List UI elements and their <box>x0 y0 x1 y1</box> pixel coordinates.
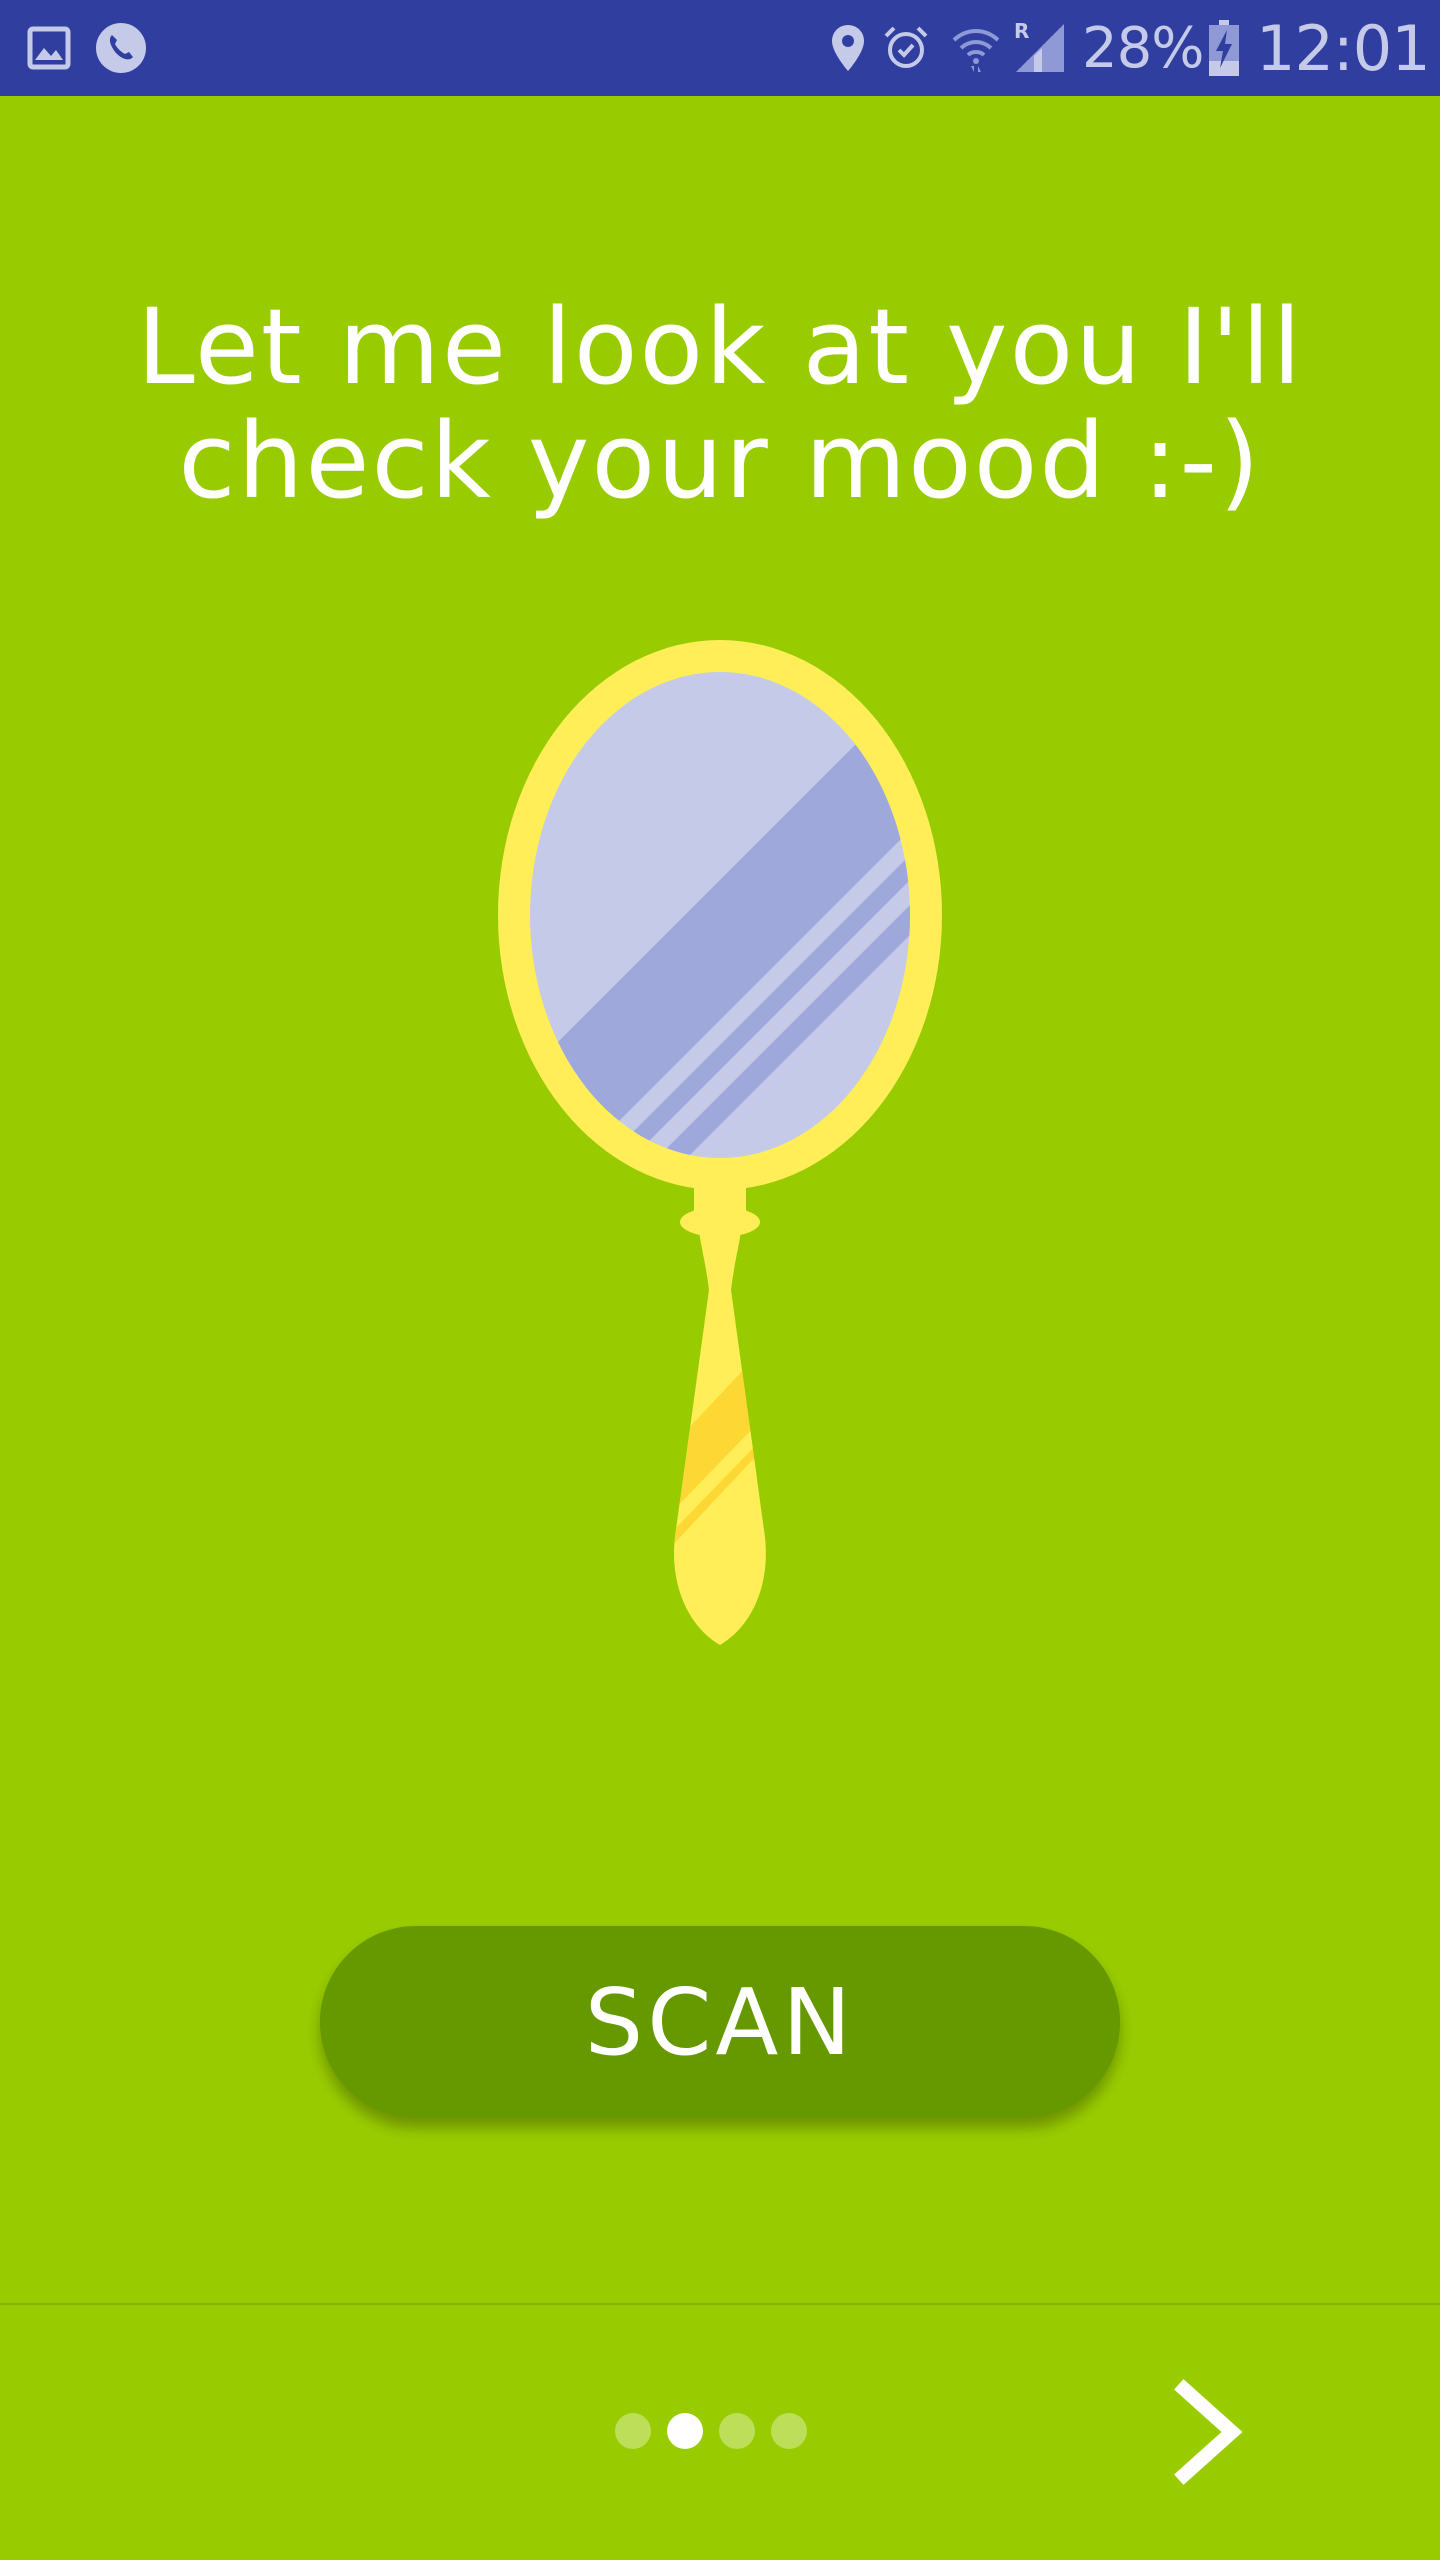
phone-call-icon <box>94 0 148 96</box>
page-indicator-dot-4[interactable] <box>771 2413 807 2449</box>
scan-button[interactable]: SCAN <box>320 1926 1120 2118</box>
wifi-icon <box>948 0 1004 96</box>
hand-mirror-icon <box>480 640 960 1650</box>
battery-percentage: 28% <box>1082 16 1204 81</box>
roaming-signal-icon: R <box>1012 0 1068 96</box>
gallery-icon <box>24 0 74 96</box>
chevron-right-icon <box>1174 2379 1243 2485</box>
page-indicator-dot-3[interactable] <box>719 2413 755 2449</box>
onboarding-headline: Let me look at you I'll check your mood … <box>136 286 1304 522</box>
alarm-icon <box>880 0 932 96</box>
page-indicator-dot-2-active[interactable] <box>667 2413 703 2449</box>
status-bar: R 28% 12:01 <box>0 0 1440 96</box>
battery-charging-icon <box>1204 0 1244 96</box>
page-indicator-dot-1[interactable] <box>615 2413 651 2449</box>
bottom-divider <box>0 2303 1440 2305</box>
location-pin-icon <box>826 0 870 96</box>
next-button[interactable] <box>1150 2370 1270 2494</box>
svg-text:R: R <box>1014 20 1029 43</box>
clock: 12:01 <box>1256 12 1431 85</box>
